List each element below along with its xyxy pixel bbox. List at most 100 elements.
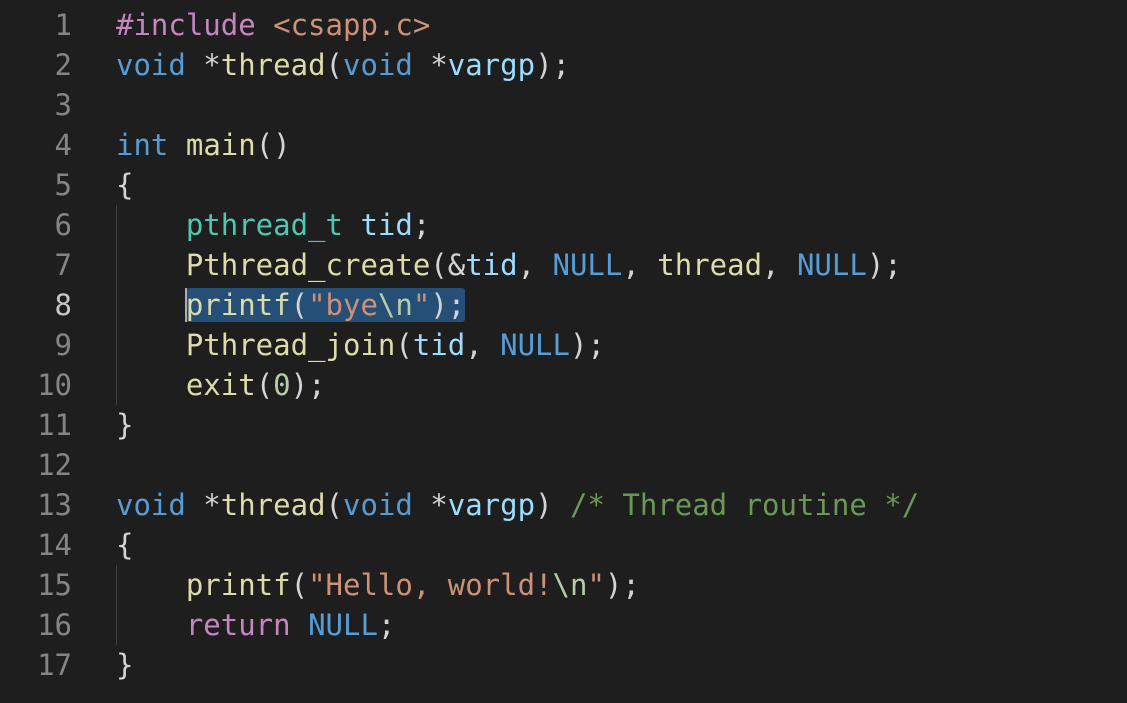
code-token: tid [465,248,518,282]
code-token: NULL [308,608,378,642]
line-number-gutter: 1 2 3 4 5 6 7 8 9 10 11 12 13 14 15 16 17 [0,5,72,685]
code-token: " [587,568,605,602]
line-number: 9 [54,328,72,362]
code-token: exit [185,368,256,402]
line-number: 15 [37,568,72,602]
text-cursor [185,288,187,322]
code-token: * [412,48,448,82]
code-token: NULL [796,248,867,282]
code-token: <csapp.c> [273,8,431,42]
code-line[interactable]: printf("bye\n"); [116,285,1127,325]
code-line[interactable]: #include <csapp.c> [116,5,1127,45]
code-token: #include [116,8,274,42]
line-number: 7 [54,248,72,282]
line-number: 2 [54,48,72,82]
code-line[interactable]: int main() [116,125,1127,165]
code-line[interactable]: pthread_t tid; [116,205,1127,245]
code-token: " [412,288,431,322]
code-token: ; [377,608,396,642]
code-token: (& [430,248,466,282]
code-token: ) [535,488,570,522]
code-token: { [116,528,134,562]
code-line[interactable]: return NULL; [116,605,1127,645]
code-token: \n [552,568,588,602]
code-token: void [343,48,413,82]
code-token: void [116,488,186,522]
code-token: "bye [308,288,378,322]
code-line[interactable]: } [116,645,1127,685]
code-token: void [116,48,186,82]
code-token: ( [325,488,343,522]
code-line[interactable]: void *thread(void *vargp) /* Thread rout… [116,485,1127,525]
code-line[interactable]: Pthread_join(tid, NULL); [116,325,1127,365]
code-token: ); [535,48,570,82]
code-token: * [412,488,448,522]
code-token: main [185,128,256,162]
code-line[interactable]: printf("Hello, world!\n"); [116,565,1127,605]
code-line[interactable] [116,85,1127,125]
code-line[interactable]: void *thread(void *vargp); [116,45,1127,85]
code-token: int [116,128,169,162]
code-token: * [185,488,221,522]
code-token: pthread_t [185,208,343,242]
line-number: 13 [37,488,72,522]
code-line[interactable]: } [116,405,1127,445]
code-token: \n [377,288,413,322]
code-token: * [185,48,221,82]
line-number: 5 [54,168,72,202]
code-token: /* Thread routine */ [570,488,920,522]
code-token: , [517,248,553,282]
code-token: ); [430,288,466,322]
line-number: 17 [37,648,72,682]
code-line[interactable]: { [116,525,1127,565]
code-token: thread [220,48,326,82]
code-token: ); [569,328,605,362]
code-token: } [116,648,134,682]
code-line[interactable]: exit(0); [116,365,1127,405]
line-number: 14 [37,528,72,562]
line-number: 3 [54,88,72,122]
line-number: 16 [37,608,72,642]
code-token: void [343,488,413,522]
code-token: tid [360,208,413,242]
code-line[interactable]: { [116,165,1127,205]
code-token: Pthread_create [185,248,431,282]
line-number: 10 [37,368,72,402]
code-token: printf [185,288,291,322]
line-number: 12 [37,448,72,482]
code-token: NULL [500,328,570,362]
code-area[interactable]: #include <csapp.c> void *thread(void *var… [116,5,1127,685]
line-number: 11 [37,408,72,442]
code-token: Pthread_join [185,328,396,362]
code-token: vargp [447,488,536,522]
code-token: ( [255,368,274,402]
code-token: ); [290,368,326,402]
code-token: ( [290,288,309,322]
code-token: thread [657,248,763,282]
code-token: { [116,168,134,202]
code-token: ; [412,208,431,242]
code-token: tid [412,328,466,362]
code-token: 0 [273,368,291,402]
code-token: ( [290,568,309,602]
code-token: , [622,248,658,282]
code-token: NULL [552,248,623,282]
line-number: 8 [54,288,72,322]
code-line[interactable] [116,445,1127,485]
code-line[interactable]: Pthread_create(&tid, NULL, thread, NULL)… [116,245,1127,285]
code-token: ); [604,568,640,602]
line-number: 6 [54,208,72,242]
line-number: 1 [54,8,72,42]
code-token: "Hello, world! [308,568,553,602]
code-token: ( [395,328,413,362]
code-editor[interactable]: 1 2 3 4 5 6 7 8 9 10 11 12 13 14 15 16 17 #include <csap… [0,0,1127,703]
